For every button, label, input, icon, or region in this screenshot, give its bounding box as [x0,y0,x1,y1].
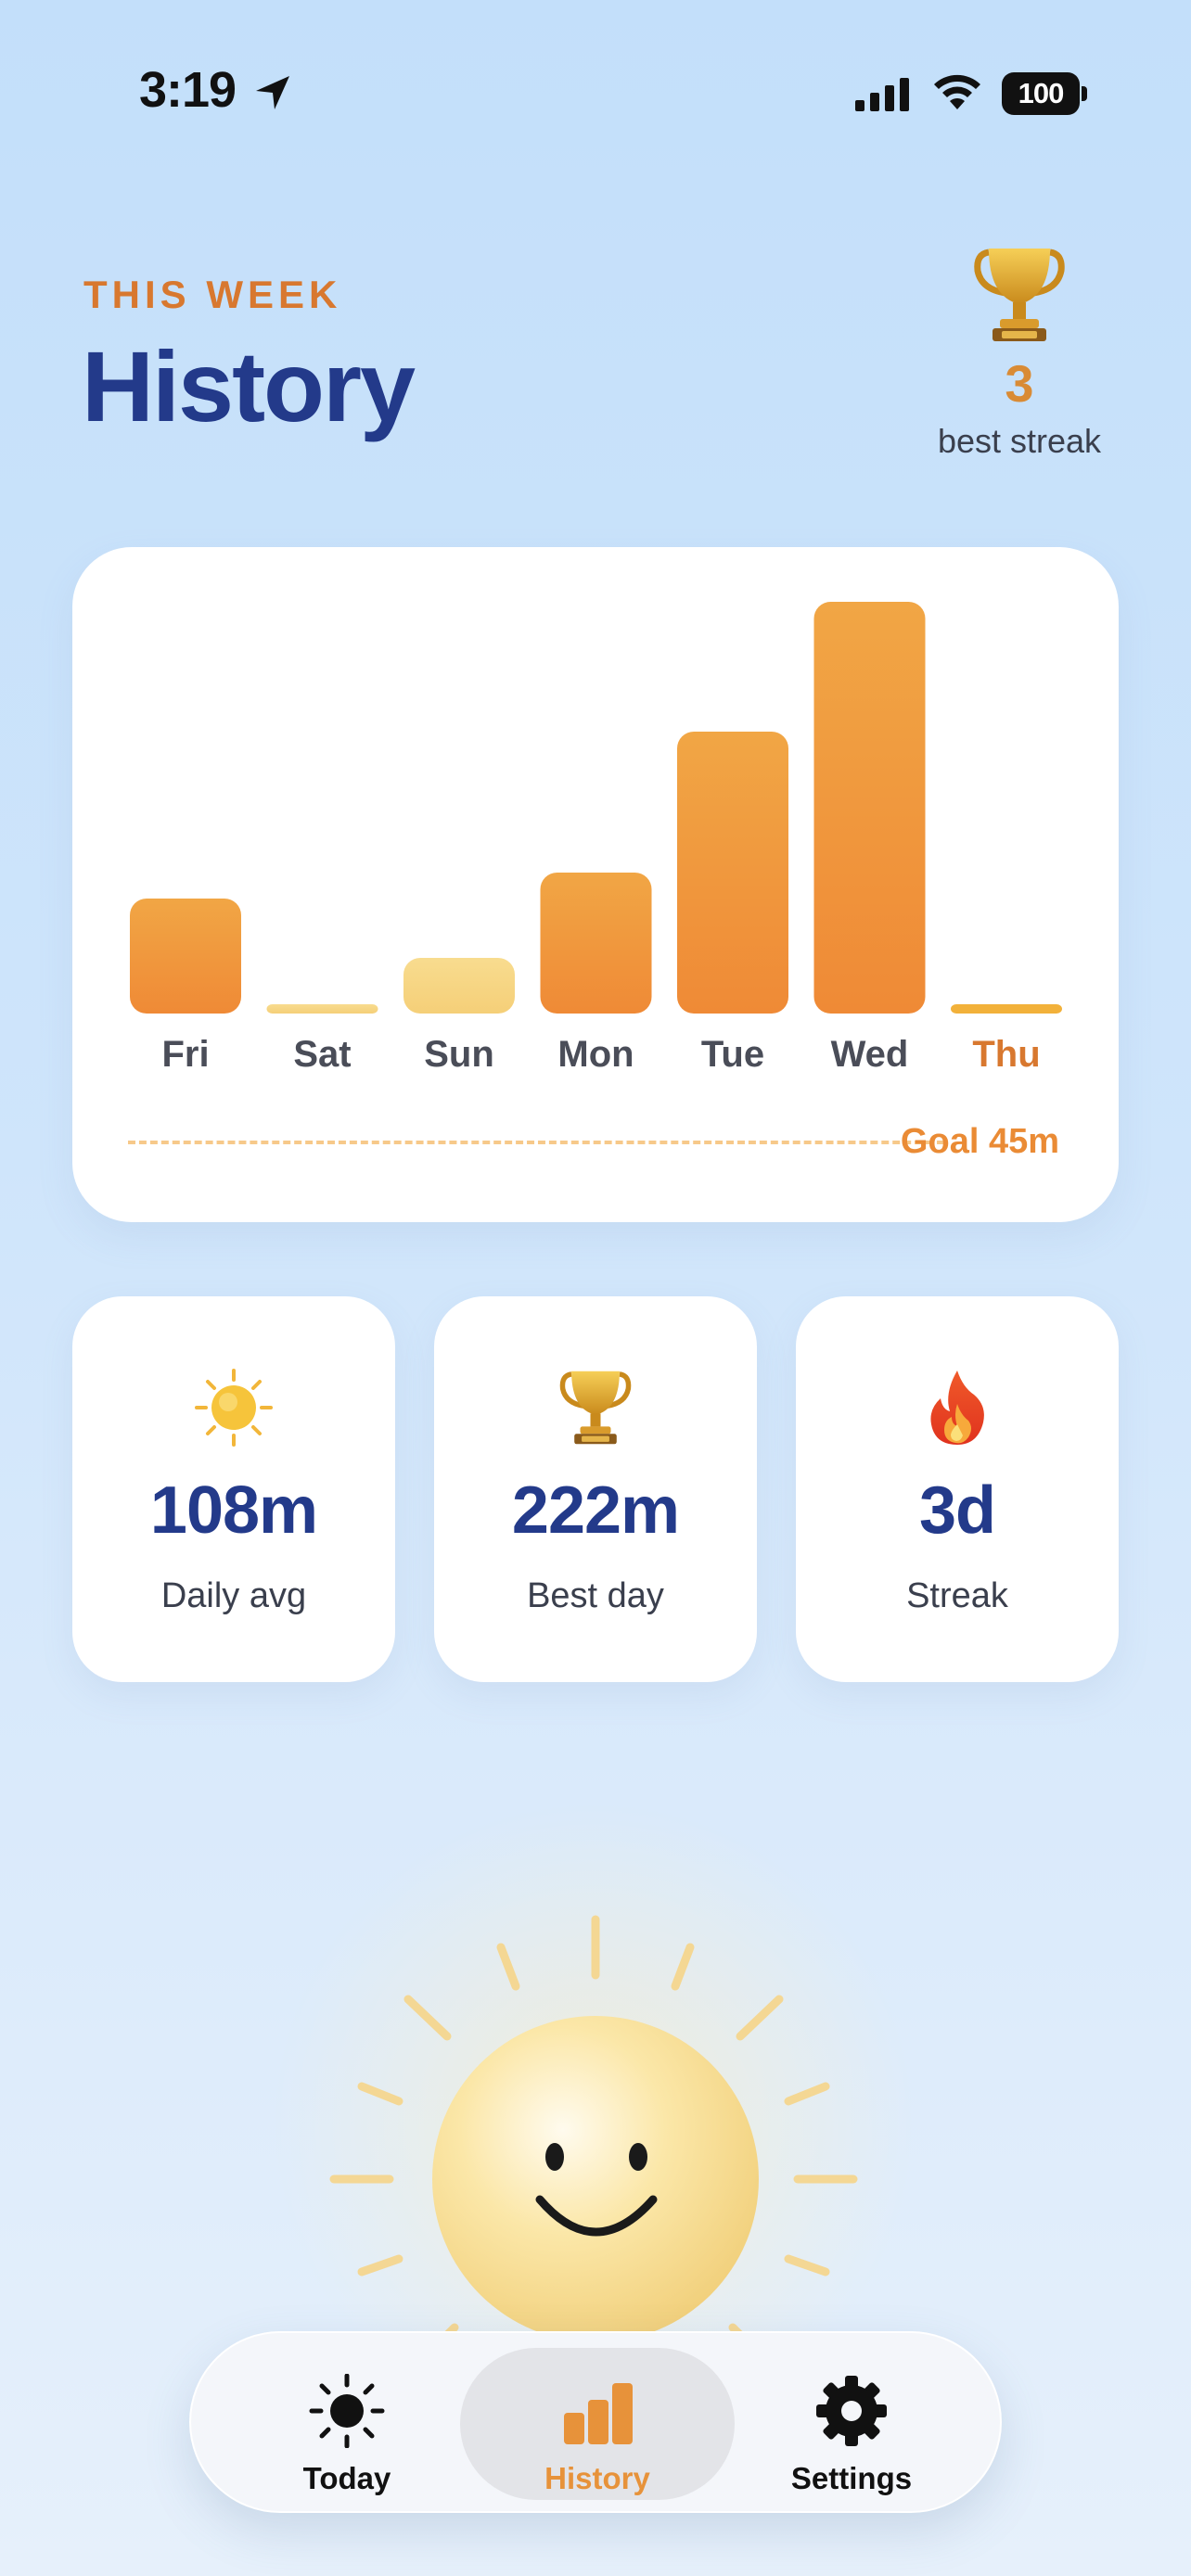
location-arrow-icon [256,76,289,109]
cellular-signal-icon [855,78,909,111]
best-streak-label: best streak [937,422,1102,460]
tab-history[interactable]: History [460,2348,735,2500]
weekly-chart-card: Fri Sat Sun Mon Tue Wed Thu Goal 45m [72,547,1119,1222]
tab-label: Settings [790,2461,913,2495]
chart-bar-sat [266,1004,378,1014]
trophy-icon [559,1371,632,1445]
sun-icon [309,2374,385,2448]
chart-day-label: Sun [424,1034,494,1075]
chart-day-label: Wed [831,1034,909,1075]
best-streak-badge: 3 best streak [900,243,1139,484]
page-title: History [82,330,416,442]
chart-bars [130,602,1062,1014]
battery-indicator: 100 [1002,72,1087,115]
chart-day-labels: Fri Sat Sun Mon Tue Wed Thu [161,1034,1040,1075]
best-streak-value: 3 [1005,354,1034,413]
stat-card-best-day: 222m Best day [434,1296,757,1682]
stat-value: 222m [511,1473,680,1548]
stat-value: 3d [918,1473,996,1548]
chart-day-label: Thu [972,1034,1040,1075]
chart-bar-sun [403,958,515,1014]
battery-level: 100 [1002,72,1080,115]
stat-card-streak: 3d Streak [796,1296,1119,1682]
bar-chart-icon [564,2383,633,2444]
stat-card-daily-avg: 108m Daily avg [72,1296,395,1682]
stat-label: Streak [906,1576,1008,1615]
chart-bar-thu [951,1004,1062,1014]
tab-settings[interactable]: Settings [714,2348,989,2500]
stat-label: Daily avg [160,1576,307,1615]
status-bar: 3:19 100 [0,0,1191,185]
tab-label: Today [302,2461,391,2495]
wifi-icon [934,74,980,109]
chart-bar-fri [130,899,241,1014]
chart-bar-wed [813,602,926,1014]
section-eyebrow: THIS WEEK [83,273,342,316]
weekly-bar-chart: Fri Sat Sun Mon Tue Wed Thu [130,602,1062,1075]
goal-label: Goal 45m [900,1122,1059,1161]
bottom-tab-bar: Today History Settings [189,2331,1002,2513]
trophy-icon [974,249,1065,341]
chart-day-label: Tue [701,1034,764,1075]
battery-cap [1082,86,1087,101]
chart-day-label: Sat [293,1034,351,1075]
chart-bar-tue [677,732,788,1014]
sun-icon [195,1369,273,1447]
chart-bar-mon [540,873,652,1014]
tab-label: History [544,2461,650,2495]
chart-day-label: Mon [557,1034,634,1075]
status-time: 3:19 [139,62,237,118]
fire-icon [930,1371,984,1445]
stat-value: 108m [149,1473,318,1548]
chart-day-label: Fri [161,1034,209,1075]
stat-label: Best day [527,1576,664,1615]
tab-today[interactable]: Today [210,2348,484,2500]
gear-icon [816,2376,887,2446]
